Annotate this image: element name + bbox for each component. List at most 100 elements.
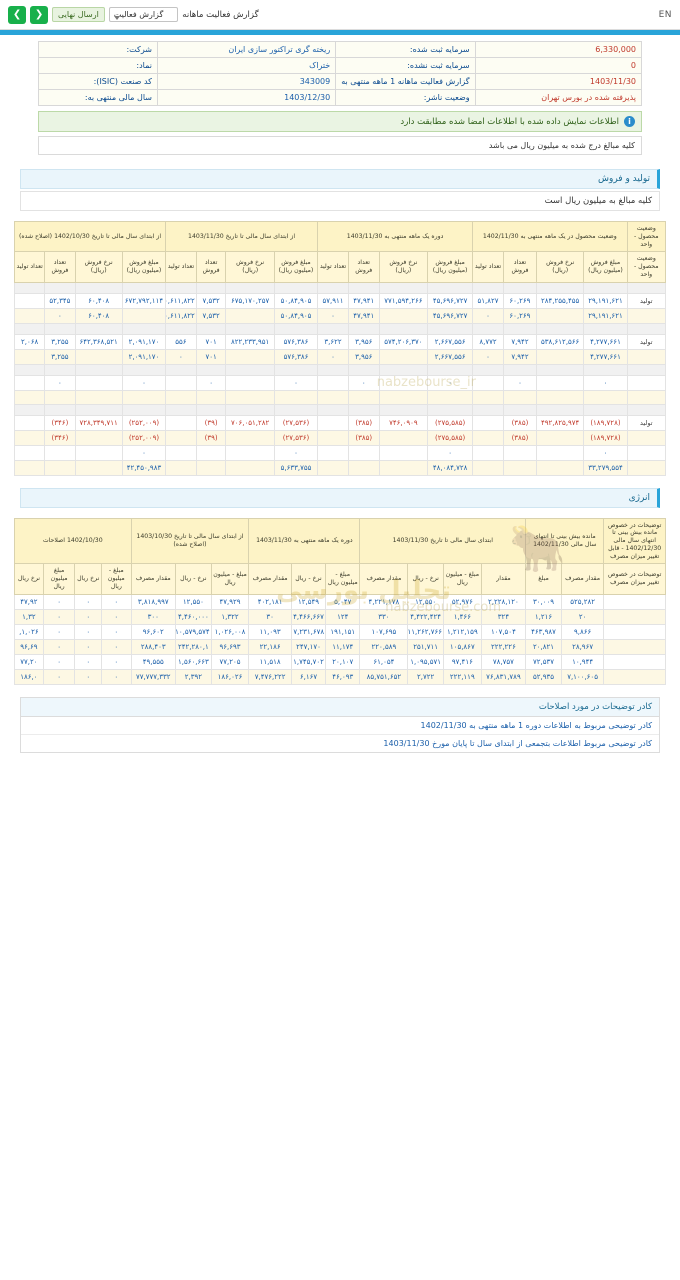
table-cell	[347, 363, 380, 376]
table-cell	[121, 322, 167, 335]
table-cell: ۱,۳۲	[14, 608, 44, 625]
table-cell	[472, 444, 504, 461]
table-cell: ۰	[502, 374, 538, 391]
table-cell	[74, 444, 123, 461]
table-group-header-row: توضیحات در خصوص مانده بیش بینی تا انتهای…	[14, 517, 666, 565]
table-cell	[44, 389, 76, 405]
table-cell: ۲,۰۶۸	[13, 333, 46, 350]
table-cell	[472, 322, 504, 335]
table-cell: ۳۲۴	[480, 608, 527, 625]
table-cell	[472, 363, 504, 376]
energy-table-wrap: توضیحات در خصوص مانده بیش بینی تا انتهای…	[14, 517, 666, 685]
table-cell: ۲۸,۹۶۷	[560, 638, 605, 655]
header-info-table: 6,330,000 سرمایه ثبت شده: ریخته گری تراک…	[38, 41, 643, 106]
table-cell: ۱۲۴	[325, 608, 361, 625]
table-cell	[472, 281, 504, 294]
table-cell	[13, 348, 46, 365]
isic-value: 343009	[156, 73, 337, 90]
table-cell: ۰	[472, 307, 504, 324]
column-header: مبلغ فروش (میلیون ریال)	[121, 251, 167, 283]
table-cell	[317, 374, 349, 391]
table-cell: ۵,۶۳۳,۷۵۵	[273, 459, 319, 476]
column-header: مبلغ فروش (میلیون ریال)	[583, 251, 628, 283]
table-cell: (۳۹)	[195, 429, 227, 446]
table-cell	[378, 389, 429, 405]
table-cell	[626, 348, 667, 365]
table-cell	[603, 608, 666, 625]
table-cell	[121, 403, 167, 416]
fiscal-year-value: 1403/12/30	[156, 89, 337, 106]
table-cell: (۱۸۹,۷۲۸)	[583, 414, 628, 431]
table-cell: ۷۷۱,۵۹۴,۲۶۶	[378, 292, 429, 309]
table-cell: ۴,۴۶۶,۶۶۷	[290, 608, 327, 625]
table-cell	[317, 389, 349, 405]
footer-note-row: کادر توضیحی مربوط به اطلاعات دوره 1 ماهه…	[21, 716, 659, 735]
table-cell: ۱,۰۲۶,	[14, 623, 44, 640]
table-cell	[225, 374, 275, 391]
table-cell: ۳۳,۲۷۹,۵۵۴	[583, 459, 628, 476]
status-badge: ارسال نهایی	[52, 7, 105, 22]
table-cell: ۷۰۶,۰۵۱,۲۸۲	[225, 414, 275, 431]
table-cell	[165, 322, 197, 335]
table-cell: ۸,۷۷۲	[472, 333, 504, 350]
table-cell: ۵۰,۸۴,۹۰۵	[273, 292, 319, 309]
table-cell: (۳۸۵)	[347, 414, 380, 431]
table-row: ۰ ۰ ۰ ۰	[13, 444, 667, 461]
footer-notes: کادر توضیحات در مورد اصلاحات کادر توضیحی…	[20, 696, 660, 753]
table-cell: ۷,۴۷۶,۲۲۲	[248, 668, 292, 685]
table-cell	[13, 307, 46, 324]
table-cell: (۲۵۲,۰۰۹)	[121, 414, 167, 431]
table-cell	[427, 403, 474, 416]
table-cell	[165, 414, 197, 431]
table-cell: ۷۲,۵۳۷	[525, 653, 562, 670]
column-header: وضعیت محصول - واحد	[626, 251, 667, 283]
table-cell: ۴۷,۹۲	[14, 593, 44, 610]
table-cell: ۴,۲۷۷,۶۶۱	[583, 348, 628, 365]
next-page-button[interactable]: ❮	[30, 5, 48, 24]
table-cell: ۴۷,۹۴۱	[347, 292, 380, 309]
table-cell: ۴۹۲,۸۲۵,۹۷۴	[536, 414, 585, 431]
table-cell	[225, 322, 275, 335]
table-cell: ۱۰,۵۷۹,۵۷۴	[175, 623, 212, 640]
table-cell: ۱۰۷,۶۹۵	[359, 623, 409, 640]
language-toggle[interactable]: EN	[659, 10, 672, 20]
table-cell: ۰	[42, 608, 76, 625]
section-production-sales: تولید و فروش	[20, 169, 660, 189]
table-cell: ۲,۷۲۲	[407, 668, 444, 685]
table-cell	[603, 593, 666, 610]
table-cell: ۵۳۸,۶۱۲,۵۶۶	[536, 333, 585, 350]
table-cell	[195, 459, 227, 476]
column-header: مبلغ میلیون ریال	[42, 563, 76, 595]
verification-notice-text: اطلاعات نمایش داده شده با اطلاعات امضا ش…	[400, 116, 619, 127]
column-group-header: دوره یک ماهه منتهی به 1403/11/30	[317, 220, 474, 253]
table-cell	[378, 429, 429, 446]
table-cell: ۰	[427, 374, 474, 391]
table-cell: ۲۵۱,۷۱۱	[407, 638, 444, 655]
prev-page-button[interactable]: ❯	[8, 5, 26, 24]
table-cell	[225, 403, 275, 416]
table-cell: ۰	[101, 608, 132, 625]
table-row: پذیرفته شده در بورس تهران وضعیت ناشر: 14…	[38, 89, 643, 106]
table-cell: (۲۷,۵۳۶)	[273, 414, 319, 431]
table-cell: ۰	[42, 653, 76, 670]
table-cell: ۰	[317, 348, 349, 365]
info-icon: i	[624, 116, 635, 127]
column-header: مقدار مصرف	[130, 563, 177, 595]
table-cell	[626, 403, 667, 416]
section-production-sales-sub: کلیه مبالغ به میلیون ریال است	[20, 191, 660, 211]
table-cell: (۳۴۶)	[44, 429, 76, 446]
table-cell	[44, 444, 76, 461]
table-cell: ۱۲,۵۴۹	[290, 593, 327, 610]
table-cell: ۲۰	[560, 608, 605, 625]
report-type-select[interactable]: گزارش فعالیت	[108, 7, 179, 22]
table-row: ۷,۱۰۰,۶۰۵ ۵۲,۹۳۵ ۷۶,۸۳۱,۷۸۹ ۲۲۲,۱۱۹ ۲,۷۲۲ ۸۵,…	[14, 668, 666, 685]
table-cell	[317, 281, 349, 294]
table-cell: (۳۸۵)	[502, 429, 538, 446]
column-header: نرخ - ریال	[407, 563, 444, 595]
table-cell: ۴۲,۴۵۰,۹۸۳	[121, 459, 167, 476]
table-cell: ۲۰,۱۰۷	[325, 653, 361, 670]
table-cell	[195, 444, 227, 461]
table-cell	[165, 374, 197, 391]
table-row: ۱۰,۹۴۴ ۷۲,۵۳۷ ۷۸,۷۵۷ ۹۷,۴۱۶ ۱,۰۹۵,۵۷۱ ۶۱,۰۵۴ ۲…	[14, 653, 666, 670]
table-row: (۱۸۹,۷۲۸) (۳۸۵) (۲۷۵,۵۸۵) (۳۸۵) (۲۷,۵۳۶) (۳۹)…	[13, 429, 667, 446]
